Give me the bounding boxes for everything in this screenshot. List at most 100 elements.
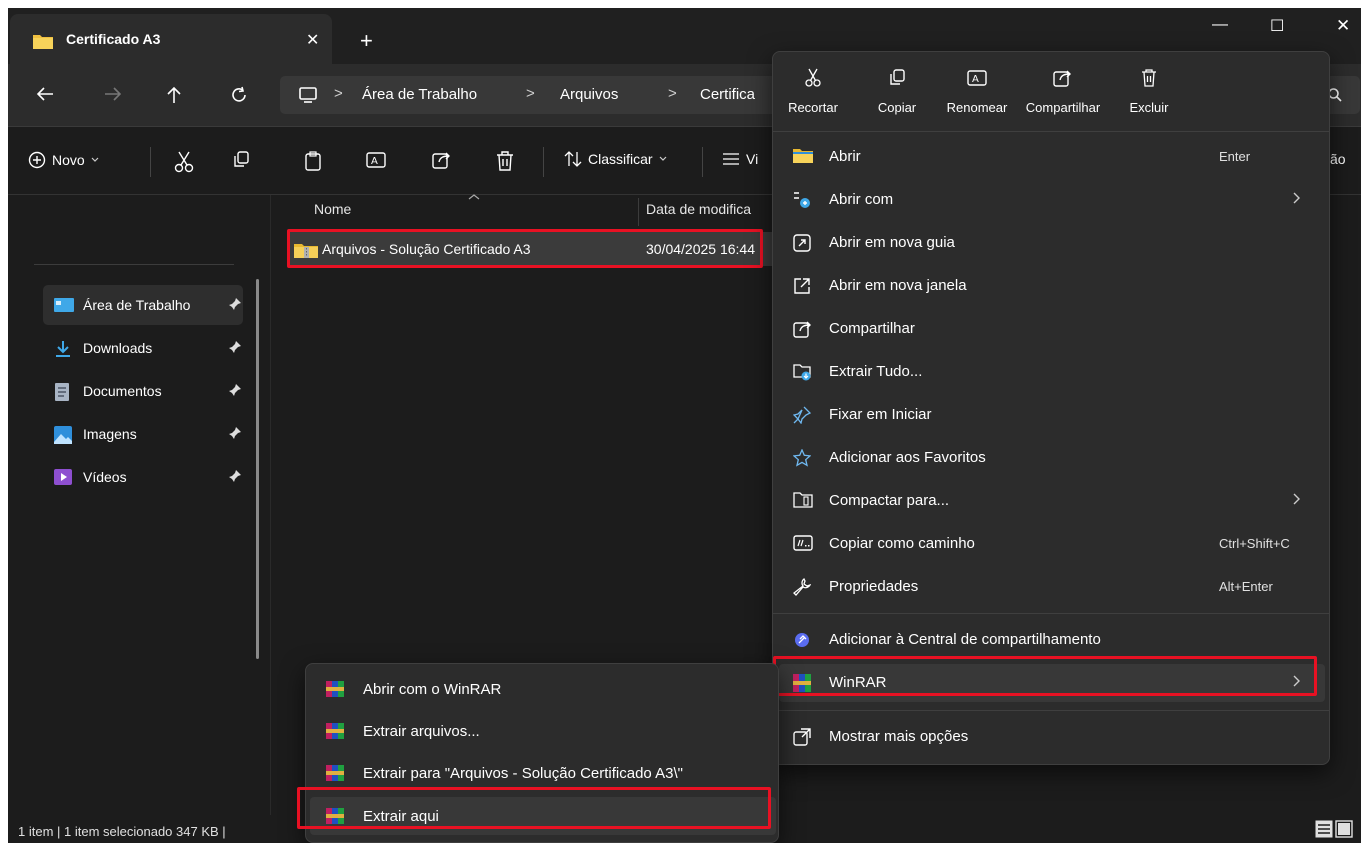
cut-action[interactable]: Recortar: [773, 64, 853, 115]
chevron-right-icon: [1293, 493, 1301, 505]
view-label: Vi: [746, 151, 759, 167]
menu-item-extrair-tudo[interactable]: Extrair Tudo...: [779, 353, 1325, 391]
close-tab-button[interactable]: ✕: [306, 30, 319, 50]
back-icon[interactable]: [36, 86, 54, 102]
menu-item-abrir[interactable]: Abrir Enter: [779, 138, 1325, 176]
sidebar-scrollbar[interactable]: [256, 279, 259, 659]
rename-action[interactable]: A Renomear: [937, 64, 1017, 115]
tab-certificado-a3[interactable]: Certificado A3 ✕: [10, 14, 332, 64]
details-label-partial[interactable]: ão: [1330, 151, 1346, 167]
submenu-item-label: Extrair para "Arquivos - Solução Certifi…: [363, 765, 683, 782]
share-action[interactable]: Compartilhar: [1023, 64, 1103, 115]
submenu-item-extrair-para[interactable]: Extrair para "Arquivos - Solução Certifi…: [310, 754, 776, 792]
file-explorer-window: Certificado A3 ✕ + — ☐ ✕ > Área de Traba…: [8, 8, 1361, 843]
sidebar-item-documentos[interactable]: Documentos: [43, 371, 243, 411]
winrar-icon: [326, 808, 344, 824]
video-icon: [54, 469, 72, 485]
pane-splitter[interactable]: [270, 195, 271, 815]
divider: [34, 264, 234, 265]
details-view-icon[interactable]: [1315, 820, 1333, 838]
maximize-button[interactable]: ☐: [1270, 16, 1284, 36]
submenu-item-extrair-aqui[interactable]: Extrair aqui: [310, 797, 776, 835]
copy-icon[interactable]: [232, 151, 250, 169]
minimize-button[interactable]: —: [1212, 16, 1228, 34]
delete-action[interactable]: Excluir: [1109, 64, 1189, 115]
menu-item-abrir-nova-guia[interactable]: Abrir em nova guia: [779, 224, 1325, 262]
refresh-icon[interactable]: [230, 86, 248, 104]
star-icon: [793, 449, 813, 469]
menu-item-label: Compactar para...: [829, 492, 950, 509]
close-window-button[interactable]: ✕: [1336, 16, 1350, 36]
more-options-icon: [793, 728, 813, 748]
menu-item-label: Abrir em nova guia: [829, 234, 955, 251]
menu-item-propriedades[interactable]: Propriedades Alt+Enter: [779, 568, 1325, 606]
divider: [773, 613, 1329, 614]
winrar-icon: [793, 674, 813, 694]
context-menu: Recortar Copiar A Renomear Compartilhar …: [772, 51, 1330, 765]
column-divider[interactable]: [638, 198, 639, 226]
pin-icon[interactable]: [229, 341, 241, 353]
cut-label: Recortar: [788, 100, 838, 115]
pin-icon[interactable]: [229, 470, 241, 482]
new-button[interactable]: Novo: [28, 151, 99, 169]
rename-icon[interactable]: A: [366, 151, 386, 169]
sidebar-item-imagens[interactable]: Imagens: [43, 414, 243, 454]
menu-item-label: Abrir com: [829, 191, 894, 208]
new-tab-button[interactable]: +: [360, 28, 373, 54]
sidebar-item-downloads[interactable]: Downloads: [43, 328, 243, 368]
menu-item-compactar-para[interactable]: Compactar para...: [779, 482, 1325, 520]
menu-item-label: Propriedades: [829, 578, 919, 595]
divider: [543, 147, 544, 177]
view-list-icon: [722, 153, 740, 165]
delete-label: Excluir: [1129, 100, 1169, 115]
sort-button[interactable]: Classificar: [564, 151, 667, 167]
share-icon[interactable]: [432, 151, 452, 169]
sidebar-item-videos[interactable]: Vídeos: [43, 457, 243, 497]
submenu-item-abrir-winrar[interactable]: Abrir com o WinRAR: [310, 670, 776, 708]
rename-icon: A: [937, 64, 1017, 92]
paste-icon[interactable]: [304, 151, 322, 171]
column-header-name[interactable]: Nome: [314, 201, 351, 217]
column-header-date[interactable]: Data de modifica: [646, 201, 751, 217]
cut-icon[interactable]: [174, 151, 194, 173]
chevron-down-icon: [659, 156, 667, 162]
copy-action[interactable]: Copiar: [857, 64, 937, 115]
breadcrumb-certificado[interactable]: Certifica: [700, 86, 755, 103]
menu-item-compartilhar[interactable]: Compartilhar: [779, 310, 1325, 348]
menu-item-winrar[interactable]: WinRAR: [779, 664, 1325, 702]
pin-icon[interactable]: [229, 298, 241, 310]
desktop-icon: [54, 297, 74, 313]
submenu-item-extrair-arquivos[interactable]: Extrair arquivos...: [310, 712, 776, 750]
breadcrumb-arquivos[interactable]: Arquivos: [560, 86, 618, 103]
up-icon[interactable]: [166, 86, 182, 104]
sidebar-item-area-de-trabalho[interactable]: Área de Trabalho: [43, 285, 243, 325]
menu-item-central-compartilhamento[interactable]: Adicionar à Central de compartilhamento: [779, 621, 1325, 659]
tiles-view-icon[interactable]: [1335, 820, 1353, 838]
copy-icon: [857, 64, 937, 92]
pin-icon[interactable]: [229, 427, 241, 439]
menu-item-abrir-com[interactable]: Abrir com: [779, 181, 1325, 219]
this-pc-icon: [298, 85, 318, 105]
pin-icon[interactable]: [229, 384, 241, 396]
delete-icon[interactable]: [496, 151, 514, 171]
forward-icon[interactable]: [104, 86, 122, 102]
menu-item-label: Adicionar aos Favoritos: [829, 449, 986, 466]
image-icon: [54, 426, 72, 444]
menu-item-fixar-iniciar[interactable]: Fixar em Iniciar: [779, 396, 1325, 434]
sort-icon: [564, 151, 582, 167]
menu-item-mais-opcoes[interactable]: Mostrar mais opções: [779, 718, 1325, 756]
sidebar-item-label: Downloads: [83, 340, 153, 356]
menu-item-adicionar-favoritos[interactable]: Adicionar aos Favoritos: [779, 439, 1325, 477]
file-date: 30/04/2025 16:44: [646, 241, 755, 257]
search-icon[interactable]: [1328, 88, 1342, 102]
chevron-right-icon: [1293, 192, 1301, 204]
menu-item-abrir-nova-janela[interactable]: Abrir em nova janela: [779, 267, 1325, 305]
folder-icon: [32, 32, 54, 50]
sort-label: Classificar: [588, 151, 653, 167]
view-button[interactable]: Vi: [722, 151, 758, 167]
menu-item-copiar-caminho[interactable]: Copiar como caminho Ctrl+Shift+C: [779, 525, 1325, 563]
file-row[interactable]: Arquivos - Solução Certificado A3 30/04/…: [288, 232, 772, 266]
breadcrumb-area-de-trabalho[interactable]: Área de Trabalho: [362, 86, 477, 103]
breadcrumb-separator: >: [668, 85, 677, 102]
winrar-icon: [326, 765, 344, 781]
